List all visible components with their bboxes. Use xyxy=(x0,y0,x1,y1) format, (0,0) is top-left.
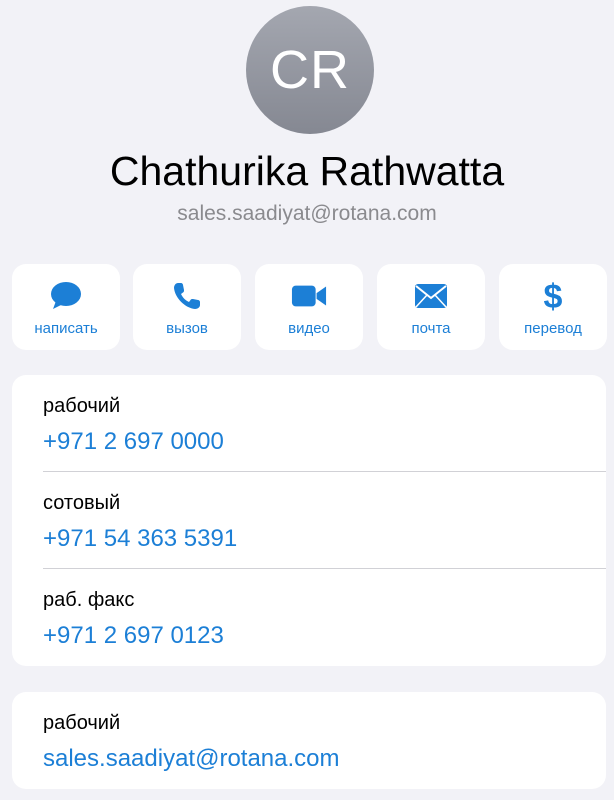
phone-row-work[interactable]: рабочий +971 2 697 0000 xyxy=(12,375,606,472)
email-card: рабочий sales.saadiyat@rotana.com xyxy=(12,692,606,789)
phone-row-work-fax[interactable]: раб. факс +971 2 697 0123 xyxy=(12,569,606,666)
phone-row-mobile[interactable]: сотовый +971 54 363 5391 xyxy=(12,472,606,569)
envelope-icon xyxy=(413,278,449,314)
message-bubble-icon xyxy=(48,278,84,314)
dollar-icon: $ xyxy=(535,278,571,314)
video-camera-icon xyxy=(291,278,327,314)
email-row-work[interactable]: рабочий sales.saadiyat@rotana.com xyxy=(12,692,606,789)
email-address[interactable]: sales.saadiyat@rotana.com xyxy=(43,745,340,773)
phone-number[interactable]: +971 2 697 0123 xyxy=(43,622,224,650)
mail-button-label: почта xyxy=(411,320,451,337)
video-button-label: видео xyxy=(288,320,330,337)
phone-label: сотовый xyxy=(43,492,121,514)
svg-text:$: $ xyxy=(544,278,563,314)
avatar-initials: CR xyxy=(270,40,350,100)
transfer-button-label: перевод xyxy=(524,320,582,337)
phone-number[interactable]: +971 54 363 5391 xyxy=(43,525,237,553)
message-button-label: написать xyxy=(34,320,98,337)
quick-actions-bar: написать вызов видео почта $ перевод xyxy=(12,264,607,350)
contact-avatar[interactable]: CR xyxy=(246,6,374,134)
transfer-button[interactable]: $ перевод xyxy=(499,264,607,350)
phone-icon xyxy=(169,278,205,314)
contact-name: Chathurika Rathwatta xyxy=(109,148,505,194)
email-label: рабочий xyxy=(43,712,121,734)
phone-numbers-card: рабочий +971 2 697 0000 сотовый +971 54 … xyxy=(12,375,606,666)
contact-subtitle: sales.saadiyat@rotana.com xyxy=(177,202,437,225)
message-button[interactable]: написать xyxy=(12,264,120,350)
call-button-label: вызов xyxy=(166,320,208,337)
phone-label: рабочий xyxy=(43,395,121,417)
phone-label: раб. факс xyxy=(43,589,135,611)
mail-button[interactable]: почта xyxy=(377,264,485,350)
video-button[interactable]: видео xyxy=(255,264,363,350)
call-button[interactable]: вызов xyxy=(133,264,241,350)
phone-number[interactable]: +971 2 697 0000 xyxy=(43,428,224,456)
